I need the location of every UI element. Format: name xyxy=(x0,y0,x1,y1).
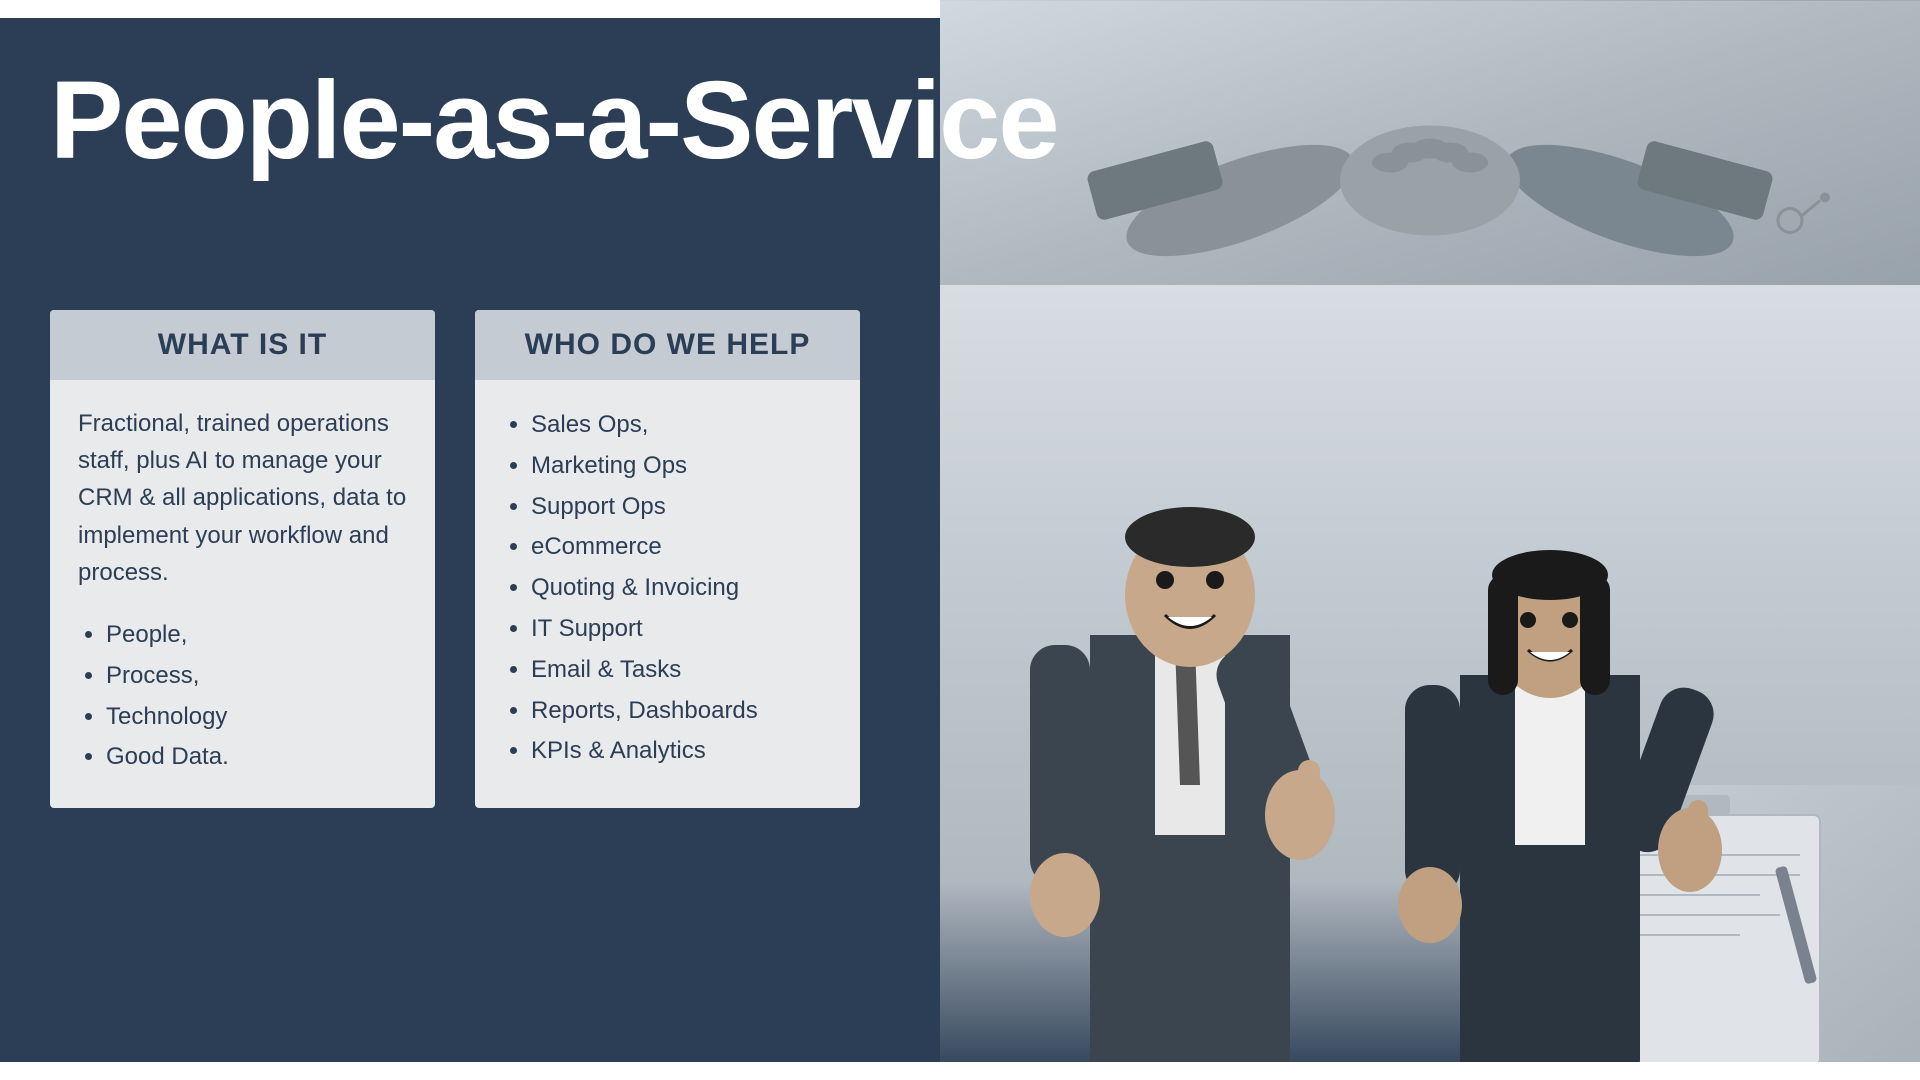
what-is-it-body: Fractional, trained operations staff, pl… xyxy=(50,380,435,808)
who-do-we-help-title: WHO DO WE HELP xyxy=(525,328,811,361)
list-item: IT Support xyxy=(531,609,832,650)
page-title: People-as-a-Service xyxy=(50,60,1058,181)
list-item: Email & Tasks xyxy=(531,650,832,691)
list-item: Quoting & Invoicing xyxy=(531,568,832,609)
list-item: Technology xyxy=(106,697,407,738)
who-do-we-help-card: WHO DO WE HELP Sales Ops, Marketing Ops … xyxy=(475,310,860,808)
list-item: KPIs & Analytics xyxy=(531,731,832,772)
slide: People-as-a-Service WHAT IS IT Fractiona… xyxy=(0,0,1920,1080)
list-item: Process, xyxy=(106,656,407,697)
professionals-photo xyxy=(940,285,1920,1080)
list-item: Reports, Dashboards xyxy=(531,691,832,732)
handshake-svg xyxy=(940,0,1920,285)
what-is-it-title: WHAT IS IT xyxy=(158,328,327,361)
who-do-we-help-list: Sales Ops, Marketing Ops Support Ops eCo… xyxy=(503,405,832,772)
list-item: Marketing Ops xyxy=(531,446,832,487)
handshake-photo xyxy=(940,0,1920,285)
who-do-we-help-header: WHO DO WE HELP xyxy=(475,310,860,380)
list-item: Good Data. xyxy=(106,737,407,778)
handshake-bg xyxy=(940,0,1920,285)
list-item: eCommerce xyxy=(531,527,832,568)
what-is-it-list: People, Process, Technology Good Data. xyxy=(78,615,407,778)
list-item: People, xyxy=(106,615,407,656)
cards-container: WHAT IS IT Fractional, trained operation… xyxy=(50,310,860,808)
who-do-we-help-body: Sales Ops, Marketing Ops Support Ops eCo… xyxy=(475,380,860,808)
what-is-it-header: WHAT IS IT xyxy=(50,310,435,380)
list-item: Sales Ops, xyxy=(531,405,832,446)
what-is-it-card: WHAT IS IT Fractional, trained operation… xyxy=(50,310,435,808)
professionals-svg xyxy=(940,285,1920,1080)
what-is-it-description: Fractional, trained operations staff, pl… xyxy=(78,405,407,591)
bottom-bar xyxy=(0,1062,1920,1080)
list-item: Support Ops xyxy=(531,487,832,528)
